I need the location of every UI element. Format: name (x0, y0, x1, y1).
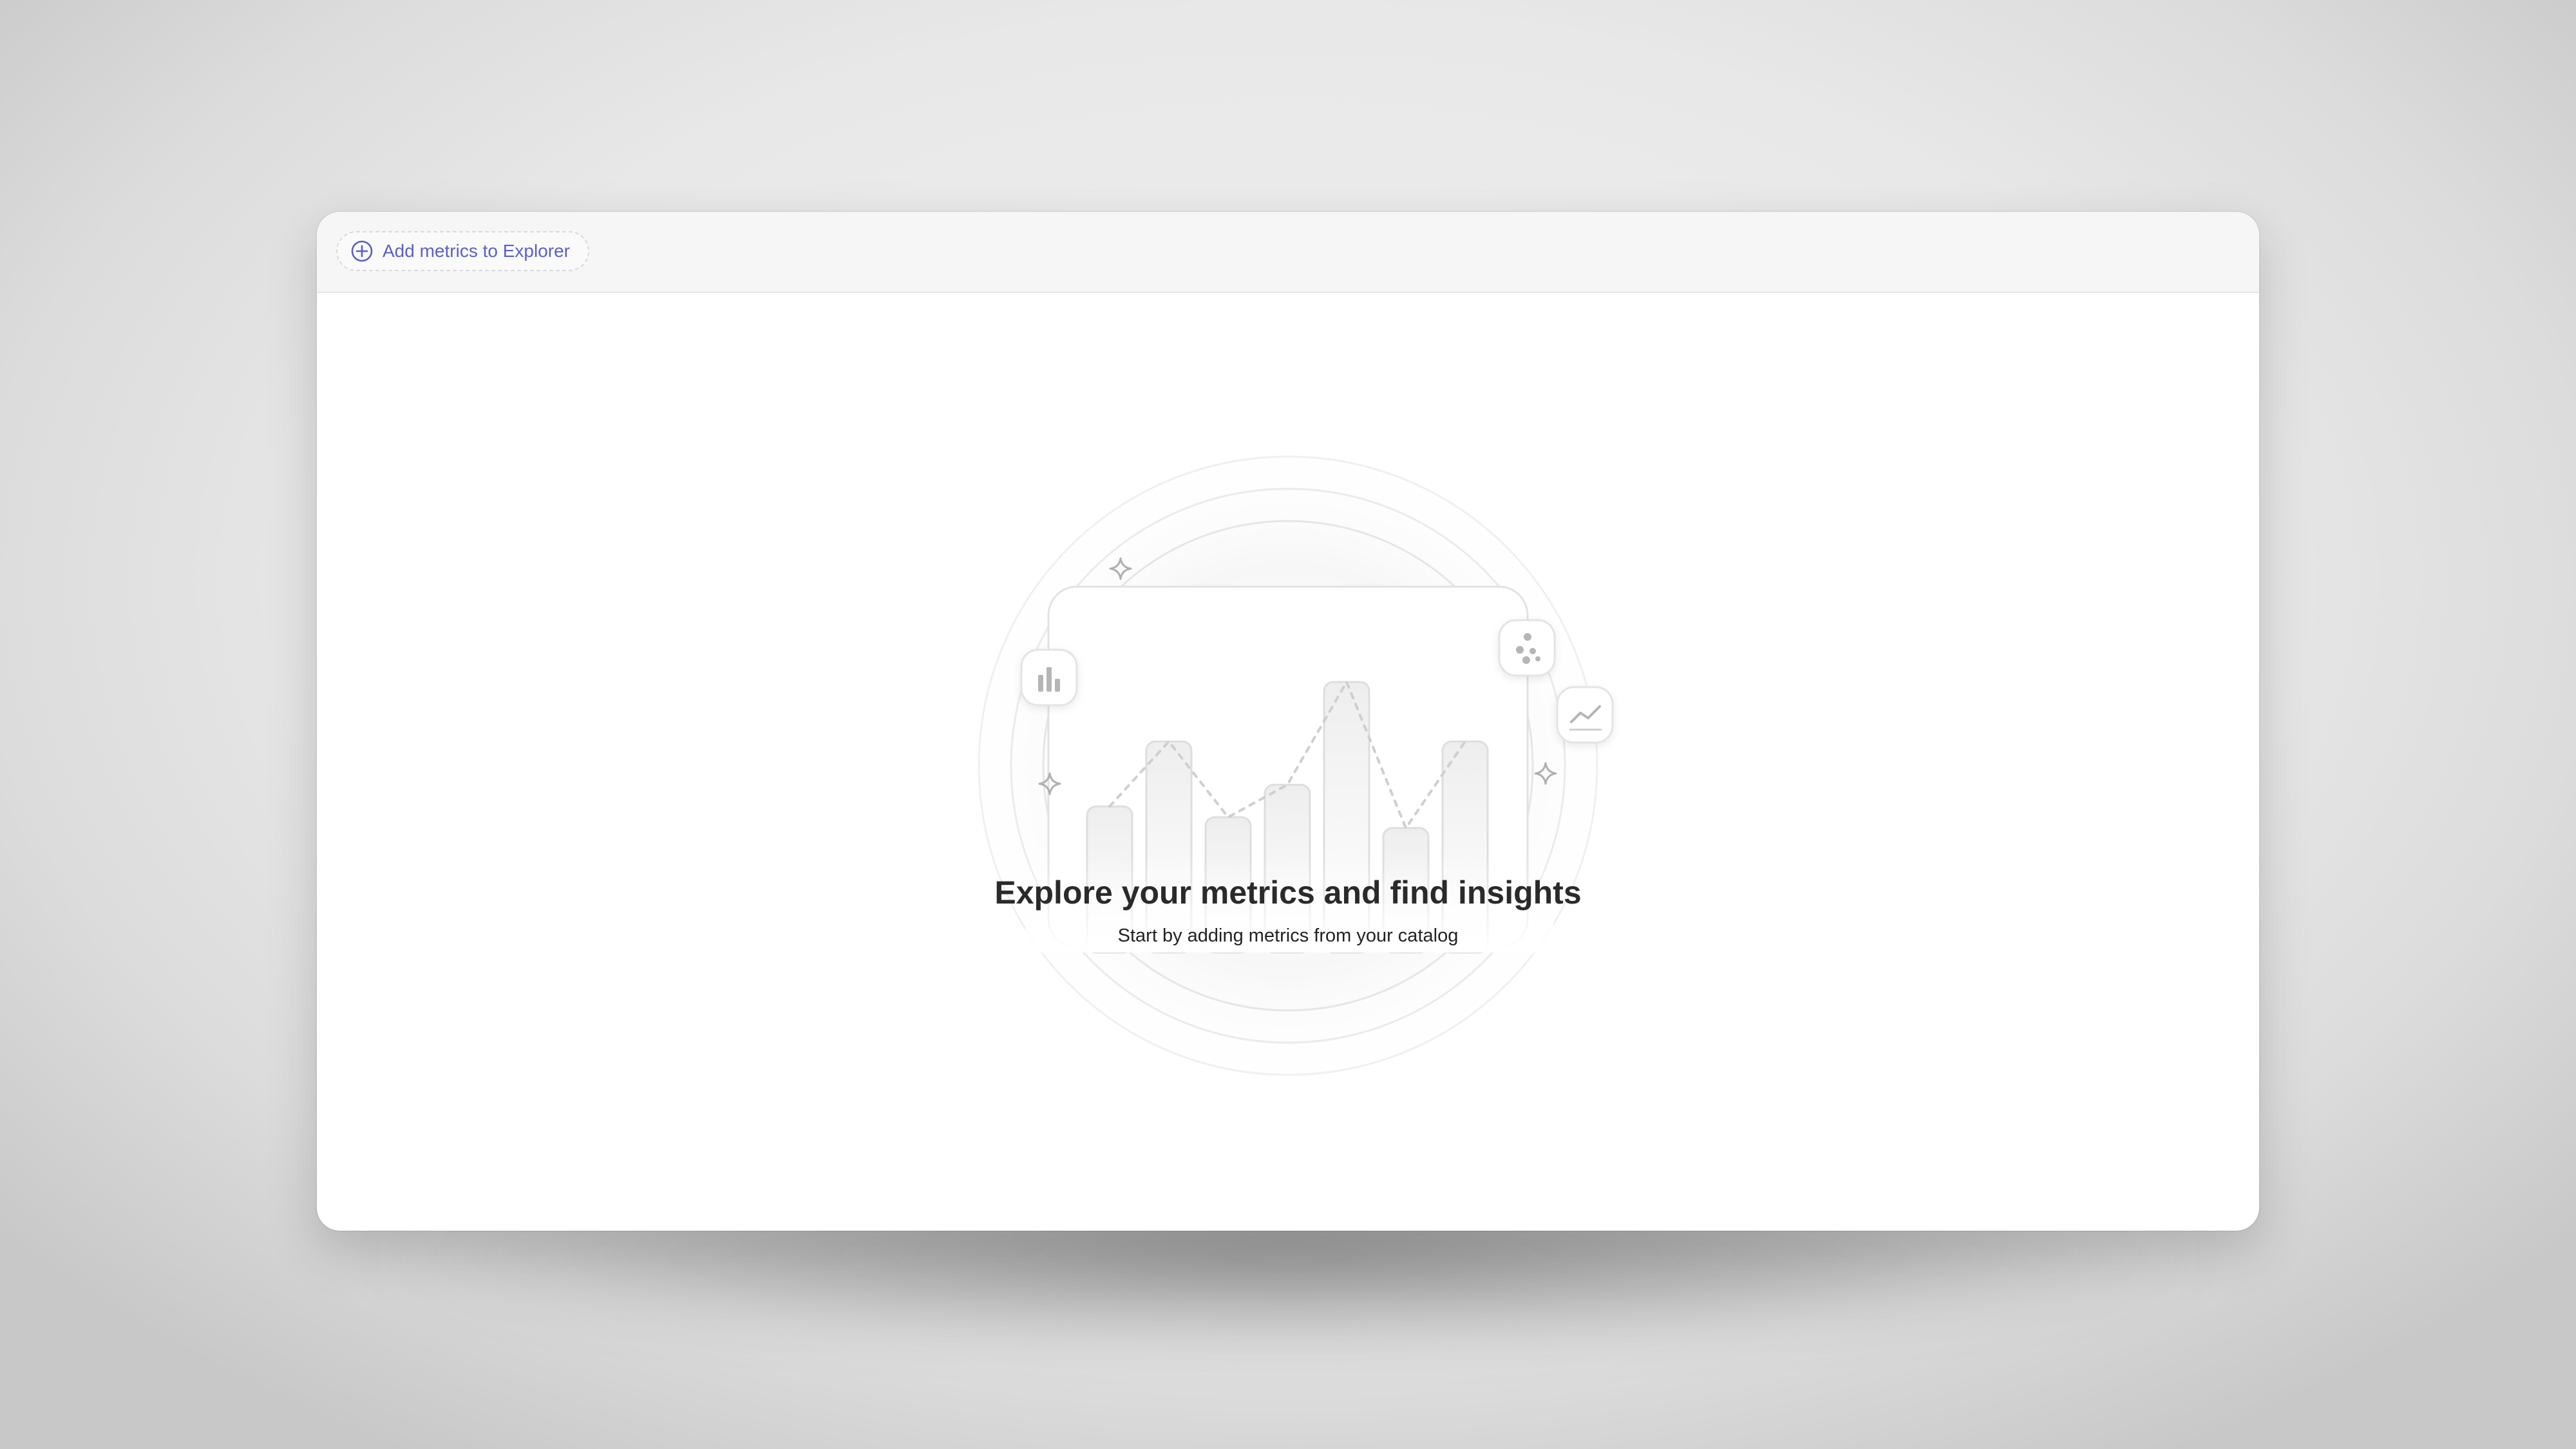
bar-chart-icon (1020, 649, 1078, 706)
empty-state-subtitle: Start by adding metrics from your catalo… (1117, 925, 1459, 946)
empty-state-illustration (953, 431, 1623, 1101)
line-chart-icon (1556, 686, 1614, 744)
empty-state-title: Explore your metrics and find insights (994, 875, 1582, 911)
scatter-icon (1498, 619, 1556, 677)
explorer-window: Add metrics to Explorer Explore your met… (317, 212, 2259, 1231)
